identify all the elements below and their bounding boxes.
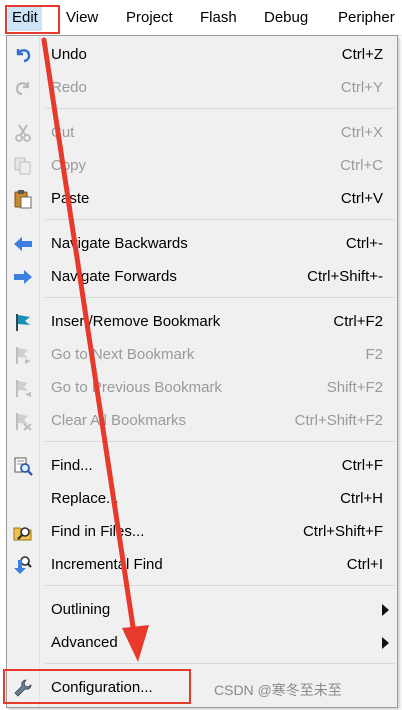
incremental-find-icon bbox=[13, 555, 33, 575]
menu-item-previous-bookmark[interactable]: Go to Previous Bookmark Shift+F2 bbox=[7, 371, 397, 404]
cut-icon bbox=[13, 123, 33, 143]
menu-item-shortcut: Ctrl+Shift+F bbox=[302, 523, 383, 540]
menu-item-label: Incremental Find bbox=[51, 556, 163, 573]
menubar-flash[interactable]: Flash bbox=[196, 5, 241, 31]
menubar-edit[interactable]: Edit bbox=[8, 5, 42, 31]
menu-item-incremental-find[interactable]: Incremental Find Ctrl+I bbox=[7, 548, 397, 581]
menu-bar: Edit View Project Flash Debug Peripher bbox=[0, 0, 402, 36]
find-in-files-icon bbox=[13, 522, 33, 542]
menu-item-shortcut: Ctrl+I bbox=[346, 556, 383, 573]
watermark-text: CSDN @寒冬至未至 bbox=[214, 682, 342, 698]
menu-item-shortcut: Shift+F2 bbox=[326, 379, 383, 396]
menu-item-shortcut: Ctrl+Shift+F2 bbox=[294, 412, 383, 429]
menu-item-label: Paste bbox=[51, 190, 90, 207]
menu-item-copy[interactable]: Copy Ctrl+C bbox=[7, 149, 397, 182]
menu-item-paste[interactable]: Paste Ctrl+V bbox=[7, 182, 397, 215]
menu-item-find[interactable]: Find... Ctrl+F bbox=[7, 449, 397, 482]
menu-item-insert-remove-bookmark[interactable]: Insert/Remove Bookmark Ctrl+F2 bbox=[7, 305, 397, 338]
menu-item-label: Cut bbox=[51, 124, 75, 141]
menu-item-shortcut: Ctrl+Y bbox=[340, 79, 383, 96]
menu-item-shortcut: Ctrl+V bbox=[340, 190, 383, 207]
menu-item-shortcut: Ctrl+Z bbox=[341, 46, 383, 63]
menu-item-shortcut: F2 bbox=[365, 346, 383, 363]
menu-item-label: Replace... bbox=[51, 490, 119, 507]
edit-menu-dropdown: Undo Ctrl+Z Redo Ctrl+Y Cut Ctrl+X Copy … bbox=[6, 35, 398, 708]
menu-item-label: Outlining bbox=[51, 601, 111, 618]
menu-separator bbox=[45, 297, 395, 298]
menubar-view[interactable]: View bbox=[62, 5, 102, 31]
menu-item-label: Clear All Bookmarks bbox=[51, 412, 187, 429]
menu-item-shortcut: Ctrl+Shift+- bbox=[307, 268, 383, 285]
menu-item-undo[interactable]: Undo Ctrl+Z bbox=[7, 38, 397, 71]
menu-item-outlining[interactable]: Outlining bbox=[7, 593, 397, 626]
menu-item-find-in-files[interactable]: Find in Files... Ctrl+Shift+F bbox=[7, 515, 397, 548]
submenu-arrow-icon bbox=[382, 637, 389, 649]
menu-item-replace[interactable]: Replace... Ctrl+H bbox=[7, 482, 397, 515]
menu-item-shortcut: Ctrl+- bbox=[345, 235, 383, 252]
menu-item-shortcut: Ctrl+H bbox=[340, 490, 383, 507]
copy-icon bbox=[13, 156, 33, 176]
clear-bookmarks-icon bbox=[13, 411, 33, 431]
menubar-peripherals[interactable]: Peripher bbox=[334, 5, 399, 31]
menu-separator bbox=[45, 663, 395, 664]
menu-item-label: Undo bbox=[51, 46, 87, 63]
menu-item-label: Advanced bbox=[51, 634, 118, 651]
menu-item-label: Go to Previous Bookmark bbox=[51, 379, 222, 396]
menu-separator bbox=[45, 219, 395, 220]
arrow-right-icon bbox=[13, 267, 33, 287]
wrench-icon bbox=[13, 678, 33, 698]
menu-item-advanced[interactable]: Advanced bbox=[7, 626, 397, 659]
menu-item-label: Find... bbox=[51, 457, 93, 474]
menu-item-clear-all-bookmarks[interactable]: Clear All Bookmarks Ctrl+Shift+F2 bbox=[7, 404, 397, 437]
redo-icon bbox=[13, 78, 33, 98]
menu-item-shortcut: Ctrl+C bbox=[340, 157, 383, 174]
menu-item-redo[interactable]: Redo Ctrl+Y bbox=[7, 71, 397, 104]
menu-item-label: Go to Next Bookmark bbox=[51, 346, 195, 363]
menu-item-cut[interactable]: Cut Ctrl+X bbox=[7, 116, 397, 149]
previous-bookmark-icon bbox=[13, 378, 33, 398]
undo-icon bbox=[13, 45, 33, 65]
menu-item-navigate-backwards[interactable]: Navigate Backwards Ctrl+- bbox=[7, 227, 397, 260]
menu-separator bbox=[45, 108, 395, 109]
menu-item-label: Copy bbox=[51, 157, 87, 174]
paste-icon bbox=[13, 189, 33, 209]
arrow-left-icon bbox=[13, 234, 33, 254]
menu-item-shortcut: Ctrl+F bbox=[341, 457, 383, 474]
submenu-arrow-icon bbox=[382, 604, 389, 616]
menubar-project[interactable]: Project bbox=[122, 5, 177, 31]
menu-item-shortcut: Ctrl+F2 bbox=[333, 313, 383, 330]
menu-item-navigate-forwards[interactable]: Navigate Forwards Ctrl+Shift+- bbox=[7, 260, 397, 293]
menu-separator bbox=[45, 585, 395, 586]
menubar-debug[interactable]: Debug bbox=[260, 5, 312, 31]
menu-separator bbox=[45, 441, 395, 442]
bookmark-flag-icon bbox=[13, 312, 33, 332]
menu-item-label: Navigate Forwards bbox=[51, 268, 177, 285]
menu-item-label: Configuration... bbox=[51, 679, 153, 696]
find-icon bbox=[13, 456, 33, 476]
menu-item-label: Find in Files... bbox=[51, 523, 145, 540]
next-bookmark-icon bbox=[13, 345, 33, 365]
menu-item-label: Navigate Backwards bbox=[51, 235, 188, 252]
menu-item-next-bookmark[interactable]: Go to Next Bookmark F2 bbox=[7, 338, 397, 371]
menu-item-label: Insert/Remove Bookmark bbox=[51, 313, 221, 330]
menu-item-shortcut: Ctrl+X bbox=[340, 124, 383, 141]
menu-item-label: Redo bbox=[51, 79, 87, 96]
